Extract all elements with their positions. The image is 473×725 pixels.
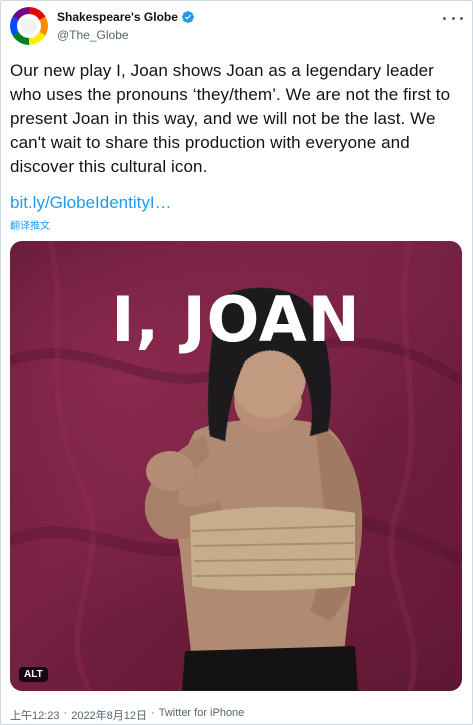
- translate-tweet-link[interactable]: 翻译推文: [10, 217, 50, 232]
- author-display-name[interactable]: Shakespeare's Globe: [57, 10, 178, 24]
- tweet-link[interactable]: bit.ly/GlobeIdentityI…: [10, 193, 172, 213]
- tweet-meta: 上午12:23 · 2022年8月12日 · Twitter for iPhon…: [10, 707, 244, 723]
- tweet-text: Our new play I, Joan shows Joan as a leg…: [10, 61, 451, 176]
- avatar-center: [21, 18, 37, 34]
- media-image[interactable]: I, JOAN ALT: [10, 241, 462, 691]
- tweet-card: Shakespeare's Globe @The_Globe Our new p…: [0, 0, 473, 725]
- meta-separator: ·: [63, 707, 68, 719]
- verified-badge-icon: [181, 11, 194, 23]
- poster-title: I, JOAN: [111, 283, 361, 356]
- tweet-header: Shakespeare's Globe @The_Globe: [10, 7, 465, 47]
- tweet-date[interactable]: 2022年8月12日: [71, 707, 147, 723]
- author-handle[interactable]: @The_Globe: [57, 28, 129, 42]
- meta-separator: ·: [151, 707, 155, 719]
- tweet-source[interactable]: Twitter for iPhone: [159, 707, 245, 723]
- avatar[interactable]: [10, 7, 48, 45]
- more-options-icon[interactable]: [443, 11, 463, 25]
- tweet-time[interactable]: 上午12:23: [10, 707, 60, 723]
- author-name-row: Shakespeare's Globe: [57, 10, 195, 24]
- alt-text-badge[interactable]: ALT: [19, 667, 48, 682]
